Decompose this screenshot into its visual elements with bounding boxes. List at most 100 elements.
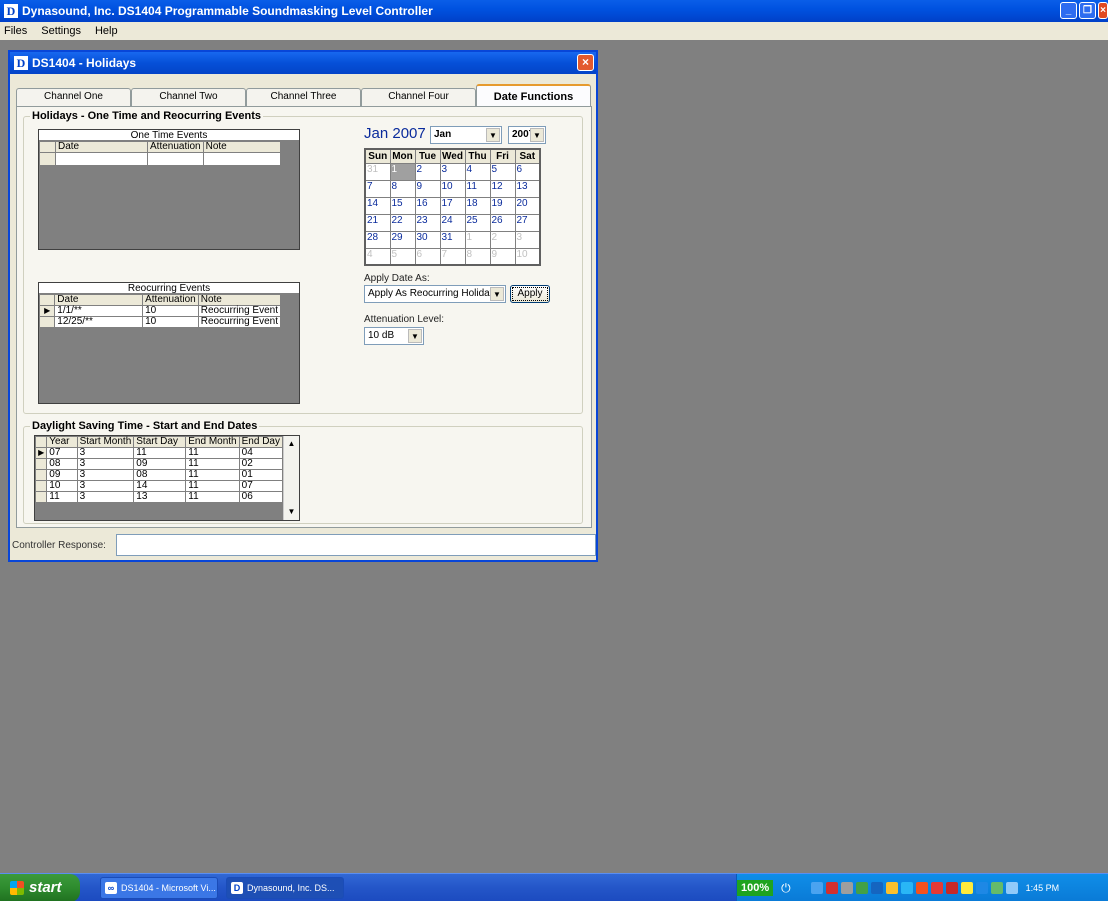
bluetooth-icon[interactable] [870,882,883,894]
row-selector[interactable] [39,152,56,166]
table-cell[interactable]: 04 [238,447,284,459]
table-cell[interactable]: 10 [142,305,199,317]
calendar-day[interactable]: 23 [414,213,441,232]
table-cell[interactable]: 13 [133,491,187,503]
network-icon[interactable] [810,882,823,894]
scroll-down-icon[interactable]: ▼ [284,504,299,520]
row-selector[interactable] [34,469,48,481]
calendar-day[interactable]: 4 [464,162,491,181]
calendar-day[interactable]: 5 [489,162,516,181]
table-cell[interactable]: 02 [238,458,284,470]
dst-grid[interactable]: Year Start Month Start Day End Month End… [34,435,300,521]
table-cell[interactable]: 11 [185,469,240,481]
column-header[interactable]: Start Day [133,436,187,448]
row-pointer-icon[interactable]: ▶ [34,447,48,459]
calendar-day[interactable]: 2 [414,162,441,181]
scrollbar-track[interactable] [284,452,299,504]
antivirus-icon[interactable] [930,882,943,894]
holidays-window-title-bar[interactable]: D DS1404 - Holidays [10,52,596,74]
column-header[interactable]: Start Month [76,436,135,448]
calendar-day[interactable]: 31 [364,162,391,181]
table-row[interactable]: ▶ 07 3 11 11 04 [34,447,284,459]
table-cell[interactable]: 11 [185,458,240,470]
menu-files[interactable]: Files [4,25,27,37]
column-header[interactable]: Date [54,294,144,306]
calendar-day[interactable]: 13 [514,179,541,198]
table-cell[interactable]: 10 [142,316,199,328]
row-selector[interactable] [34,458,48,470]
row-selector[interactable] [34,491,48,503]
tray-app-icon[interactable] [915,882,928,894]
table-cell[interactable]: 12/25/** [54,316,144,328]
table-row[interactable]: 11 3 13 11 06 [34,491,284,503]
column-header[interactable]: Year [46,436,78,448]
tab-channel-two[interactable]: Channel Two [131,88,246,106]
column-header[interactable]: Note [202,141,282,153]
minimize-icon[interactable]: _ [1060,2,1077,19]
column-header[interactable]: Note [197,294,282,306]
calendar-day[interactable]: 31 [439,230,466,249]
calendar-day[interactable]: 9 [489,247,516,266]
apply-date-as-select[interactable]: Apply As Reocurring Holiday ▼ [364,285,506,303]
column-header[interactable]: Attenuation [147,141,204,153]
calendar-day[interactable]: 17 [439,196,466,215]
table-cell[interactable]: 07 [238,480,284,492]
calendar-day[interactable]: 21 [364,213,391,232]
chevron-down-icon[interactable]: ▼ [486,128,500,142]
calendar-day[interactable]: 20 [514,196,541,215]
calendar-day[interactable]: 14 [364,196,391,215]
table-cell[interactable]: 3 [76,458,135,470]
start-button[interactable]: start [0,873,80,901]
calendar-day[interactable]: 29 [389,230,416,249]
table-row[interactable]: 09 3 08 11 01 [34,469,284,481]
tray-app-icon[interactable] [990,882,1003,894]
window-close-icon[interactable]: × [577,54,594,71]
calendar-day[interactable]: 3 [439,162,466,181]
tray-app-icon[interactable] [900,882,913,894]
calendar-day[interactable]: 10 [514,247,541,266]
tray-app-icon[interactable] [885,882,898,894]
tray-app-icon[interactable] [960,882,973,894]
restore-icon[interactable]: ❐ [1079,2,1096,19]
app-title-bar[interactable]: D Dynasound, Inc. DS1404 Programmable So… [0,0,1108,22]
column-header[interactable]: End Month [185,436,240,448]
calendar-day[interactable]: 6 [514,162,541,181]
tab-channel-one[interactable]: Channel One [16,88,131,106]
menu-help[interactable]: Help [95,25,118,37]
table-cell[interactable]: 14 [133,480,187,492]
table-cell[interactable]: 09 [46,469,78,481]
calendar-day[interactable]: 11 [464,179,491,198]
table-cell[interactable] [147,152,204,166]
calendar-day[interactable]: 16 [414,196,441,215]
calendar-day[interactable]: 15 [389,196,416,215]
table-cell[interactable]: 06 [238,491,284,503]
calendar-day[interactable]: 25 [464,213,491,232]
table-cell[interactable]: 11 [185,491,240,503]
row-selector[interactable] [34,480,48,492]
month-select[interactable]: Jan ▼ [430,126,502,144]
calendar-day[interactable]: 2 [489,230,516,249]
calendar-day[interactable]: 12 [489,179,516,198]
calendar-day[interactable]: 30 [414,230,441,249]
power-plug-icon[interactable]: ⏻ [781,881,791,896]
attenuation-level-select[interactable]: 10 dB ▼ [364,327,424,345]
year-select[interactable]: 2007 ▼ [508,126,546,144]
calendar-day[interactable]: 8 [389,179,416,198]
table-cell[interactable]: 10 [46,480,78,492]
tray-app-icon[interactable] [840,882,853,894]
scroll-up-icon[interactable]: ▲ [284,436,299,452]
column-header[interactable]: Date [55,141,148,153]
dst-grid-scrollbar[interactable]: ▲ ▼ [283,436,299,520]
calendar-day[interactable]: 27 [514,213,541,232]
controller-response-field[interactable] [116,534,596,556]
chevron-down-icon[interactable]: ▼ [490,287,504,301]
table-cell[interactable]: 08 [133,469,187,481]
calendar-day[interactable]: 22 [389,213,416,232]
volume-icon[interactable] [1005,882,1018,894]
calendar-day[interactable]: 3 [514,230,541,249]
calendar-day[interactable]: 24 [439,213,466,232]
battery-percent[interactable]: 100% [737,880,774,896]
tray-app-icon[interactable] [855,882,868,894]
table-cell[interactable]: 11 [185,447,240,459]
tab-channel-three[interactable]: Channel Three [246,88,361,106]
